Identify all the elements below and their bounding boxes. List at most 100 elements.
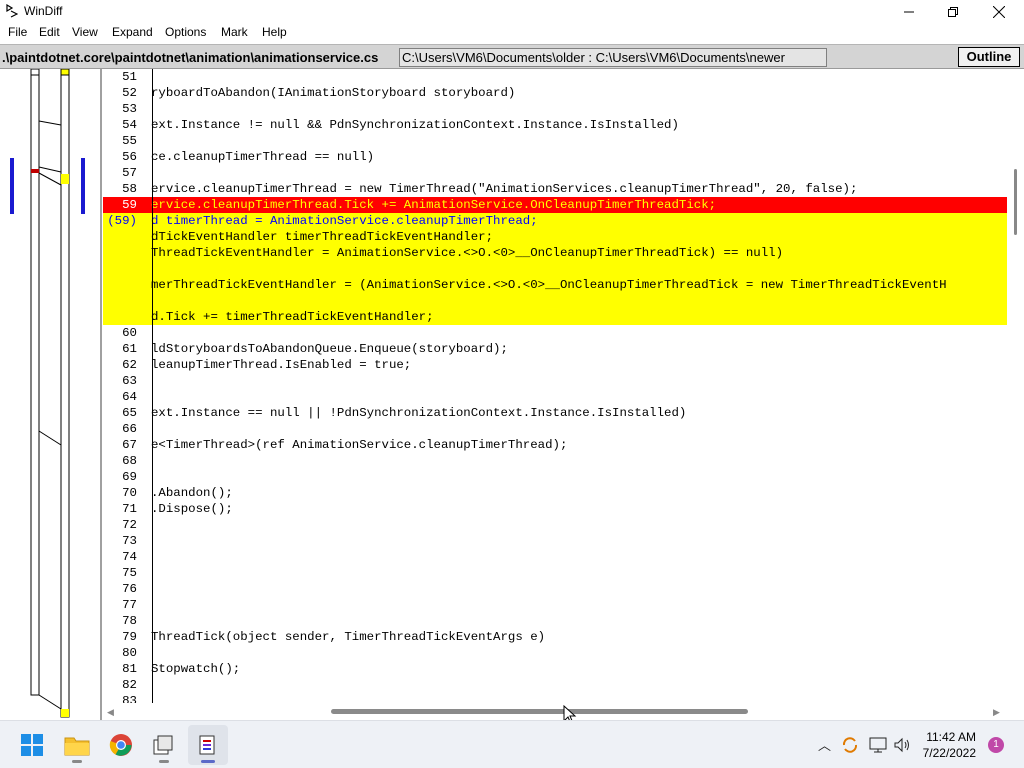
- code-line[interactable]: 79 ThreadTick(object sender, TimerThreadT…: [103, 629, 1007, 645]
- code-line[interactable]: 59 ervice.cleanupTimerThread.Tick += Anim…: [103, 197, 1007, 213]
- menu-file[interactable]: File: [8, 25, 27, 39]
- notification-badge[interactable]: 1: [988, 737, 1004, 753]
- line-number: 74: [122, 550, 137, 564]
- code-line[interactable]: 77: [103, 597, 1007, 613]
- clock-date: 7/22/2022: [922, 746, 976, 760]
- code-line[interactable]: d.Tick += timerThreadTickEventHandler;: [103, 309, 1007, 325]
- line-number: 81: [122, 662, 137, 676]
- system-clock[interactable]: 11:42 AM 7/22/2022: [908, 729, 976, 761]
- code-line[interactable]: 63: [103, 373, 1007, 389]
- code-line[interactable]: 61 ldStoryboardsToAbandonQueue.Enqueue(st…: [103, 341, 1007, 357]
- code-line[interactable]: [103, 261, 1007, 277]
- minimize-button[interactable]: [886, 0, 932, 23]
- line-text: ThreadTick(object sender, TimerThreadTic…: [151, 630, 546, 644]
- menu-options[interactable]: Options: [165, 25, 206, 39]
- vertical-scroll-thumb[interactable]: [1014, 169, 1017, 235]
- menu-edit[interactable]: Edit: [39, 25, 60, 39]
- taskbar-file-explorer[interactable]: [57, 725, 97, 765]
- code-line[interactable]: 54 ext.Instance != null && PdnSynchroniza…: [103, 117, 1007, 133]
- line-number: 58: [122, 182, 137, 196]
- taskbar-chrome[interactable]: [101, 725, 141, 765]
- code-line[interactable]: 73: [103, 533, 1007, 549]
- pane-splitter[interactable]: [100, 69, 102, 720]
- code-line[interactable]: 53: [103, 101, 1007, 117]
- line-number: 62: [122, 358, 137, 372]
- line-number: 70: [122, 486, 137, 500]
- code-line[interactable]: 83: [103, 693, 1007, 703]
- code-line[interactable]: 56 ce.cleanupTimerThread == null): [103, 149, 1007, 165]
- update-icon[interactable]: [841, 736, 859, 754]
- code-line[interactable]: 72: [103, 517, 1007, 533]
- start-icon: [21, 734, 43, 756]
- vertical-scrollbar[interactable]: [1007, 69, 1024, 703]
- line-number: 68: [122, 454, 137, 468]
- menu-view[interactable]: View: [72, 25, 98, 39]
- code-line[interactable]: 81 Stopwatch();: [103, 661, 1007, 677]
- diff-code-view[interactable]: 51 52 ryboardToAbandon(IAnimationStoryboar…: [103, 69, 1007, 703]
- line-number: 60: [122, 326, 137, 340]
- code-line[interactable]: 78: [103, 613, 1007, 629]
- code-line[interactable]: 76: [103, 581, 1007, 597]
- code-line[interactable]: 57: [103, 165, 1007, 181]
- code-line[interactable]: 60: [103, 325, 1007, 341]
- taskbar-task-view[interactable]: [144, 725, 184, 765]
- line-number: 54: [122, 118, 137, 132]
- maximize-button[interactable]: [930, 0, 976, 23]
- outline-button[interactable]: Outline: [958, 47, 1020, 67]
- code-line[interactable]: 62 leanupTimerThread.IsEnabled = true;: [103, 357, 1007, 373]
- line-text: leanupTimerThread.IsEnabled = true;: [151, 358, 412, 372]
- show-hidden-icons-chevron-icon[interactable]: ︿: [818, 735, 831, 754]
- horizontal-scrollbar[interactable]: ◀ ▶: [103, 703, 1007, 720]
- code-line[interactable]: 82: [103, 677, 1007, 693]
- line-text: e<TimerThread>(ref AnimationService.clea…: [151, 438, 568, 452]
- scroll-left-arrow-icon[interactable]: ◀: [107, 707, 114, 718]
- network-icon[interactable]: [869, 736, 887, 754]
- code-line[interactable]: 52 ryboardToAbandon(IAnimationStoryboard …: [103, 85, 1007, 101]
- code-line[interactable]: 80: [103, 645, 1007, 661]
- code-line[interactable]: 51: [103, 69, 1007, 85]
- scroll-right-arrow-icon[interactable]: ▶: [993, 707, 1000, 718]
- code-line[interactable]: 55: [103, 133, 1007, 149]
- menu-mark[interactable]: Mark: [221, 25, 248, 39]
- menu-help[interactable]: Help: [262, 25, 287, 39]
- code-line[interactable]: 71 .Dispose();: [103, 501, 1007, 517]
- line-text: ce.cleanupTimerThread == null): [151, 150, 375, 164]
- active-indicator: [201, 760, 215, 763]
- code-line[interactable]: 69: [103, 469, 1007, 485]
- code-line[interactable]: 65 ext.Instance == null || !PdnSynchroniz…: [103, 405, 1007, 421]
- line-number: 80: [122, 646, 137, 660]
- title-bar: WinDiff: [0, 0, 1024, 23]
- line-text: d timerThread = AnimationService.cleanup…: [151, 214, 538, 228]
- code-line[interactable]: 68: [103, 453, 1007, 469]
- close-button[interactable]: [976, 0, 1022, 23]
- code-line[interactable]: 66: [103, 421, 1007, 437]
- menu-expand[interactable]: Expand: [112, 25, 153, 39]
- diff-outline-graphic: [10, 68, 85, 718]
- code-line[interactable]: 74: [103, 549, 1007, 565]
- code-line[interactable]: 64: [103, 389, 1007, 405]
- windiff-icon: [199, 735, 215, 755]
- code-line[interactable]: dTickEventHandler timerThreadTickEventHa…: [103, 229, 1007, 245]
- line-number: 59: [122, 198, 137, 212]
- line-text: dTickEventHandler timerThreadTickEventHa…: [151, 230, 494, 244]
- line-number: 57: [122, 166, 137, 180]
- diff-outline-map[interactable]: [0, 68, 102, 720]
- taskbar-windiff[interactable]: [188, 725, 228, 765]
- start-button[interactable]: [12, 725, 52, 765]
- line-number: 66: [122, 422, 137, 436]
- close-icon: [993, 5, 1005, 18]
- code-line[interactable]: 58 ervice.cleanupTimerThread = new TimerT…: [103, 181, 1007, 197]
- code-line[interactable]: [103, 293, 1007, 309]
- code-line[interactable]: 70 .Abandon();: [103, 485, 1007, 501]
- line-number: 79: [122, 630, 137, 644]
- code-line[interactable]: 67 e<TimerThread>(ref AnimationService.cl…: [103, 437, 1007, 453]
- line-number: 53: [122, 102, 137, 116]
- line-number: (59): [107, 214, 137, 228]
- code-line[interactable]: (59) d timerThread = AnimationService.cle…: [103, 213, 1007, 229]
- horizontal-scroll-thumb[interactable]: [331, 709, 748, 714]
- clock-time: 11:42 AM: [926, 730, 976, 744]
- code-line[interactable]: merThreadTickEventHandler = (AnimationSe…: [103, 277, 1007, 293]
- line-text: ervice.cleanupTimerThread.Tick += Animat…: [151, 198, 717, 212]
- code-line[interactable]: 75: [103, 565, 1007, 581]
- code-line[interactable]: ThreadTickEventHandler = AnimationServic…: [103, 245, 1007, 261]
